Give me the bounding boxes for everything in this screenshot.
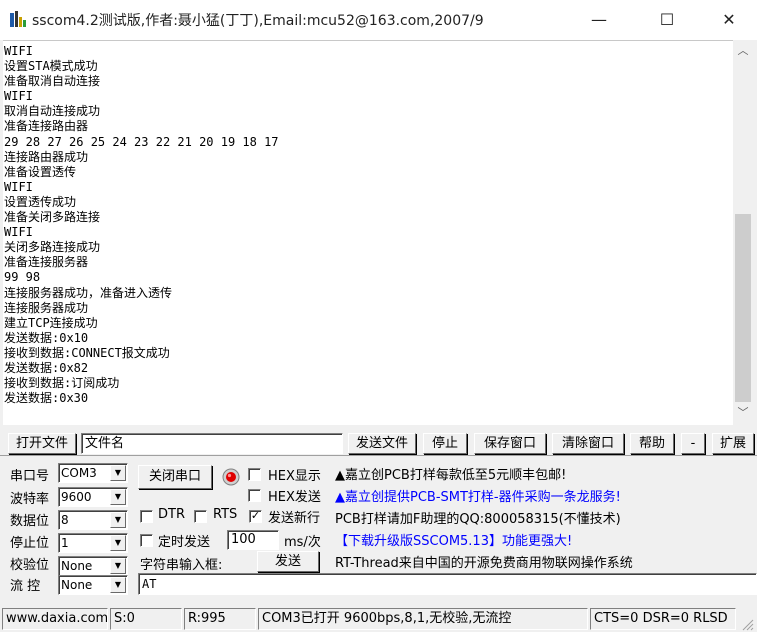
resize-grip-icon[interactable]	[740, 617, 754, 631]
website-link[interactable]: www.daxia.com	[2, 608, 108, 630]
save-window-button[interactable]: 保存窗口	[474, 433, 546, 454]
port-value: COM3	[61, 466, 97, 480]
send-button[interactable]: 发送	[257, 551, 319, 572]
interval-input[interactable]: 100	[227, 530, 279, 550]
parity-select[interactable]: None ▼	[58, 556, 128, 576]
hex-send-checkbox[interactable]	[248, 489, 261, 502]
data-bits-value: 8	[61, 513, 69, 527]
close-port-button[interactable]: 关闭串口	[138, 465, 212, 489]
chevron-down-icon[interactable]: ▼	[110, 489, 126, 505]
hex-display-checkbox[interactable]	[248, 468, 261, 481]
data-bits-select[interactable]: 8 ▼	[58, 510, 128, 530]
timed-send-label: 定时发送	[158, 535, 211, 550]
hex-send-label: HEX发送	[268, 490, 321, 505]
app-icon	[10, 11, 26, 27]
port-status-text: COM3已打开 9600bps,8,1,无校验,无流控	[258, 608, 588, 630]
send-input[interactable]: AT	[138, 573, 757, 595]
stop-bits-value: 1	[61, 536, 69, 550]
rts-label: RTS	[213, 507, 238, 522]
baud-value: 9600	[61, 490, 92, 504]
info-line-3: PCB打样请加F助理的QQ:800058315(不懂技术)	[335, 512, 621, 527]
stop-bits-label: 停止位	[10, 536, 50, 551]
info-panel: ▲嘉立创PCB打样每款低至5元顺丰包邮! ▲嘉立创提供PCB-SMT打样-器件采…	[331, 461, 757, 571]
data-bits-label: 数据位	[10, 514, 50, 529]
received-count: R:995	[184, 608, 256, 630]
hex-display-label: HEX显示	[268, 469, 321, 484]
stop-button[interactable]: 停止	[423, 433, 467, 454]
string-input-label: 字符串输入框:	[140, 558, 223, 573]
info-line-5[interactable]: RT-Thread来自中国的开源免费商用物联网操作系统	[335, 552, 633, 571]
output-scrollbar[interactable]: ︿ ﹀	[733, 40, 753, 424]
flow-value: None	[61, 578, 93, 592]
parity-value: None	[61, 559, 93, 573]
baud-label: 波特率	[10, 492, 50, 507]
info-line-1[interactable]: ▲嘉立创PCB打样每款低至5元顺丰包邮!	[335, 464, 566, 483]
window-title: sscom4.2测试版,作者:聂小猛(丁丁),Email:mcu52@163.c…	[32, 13, 484, 29]
timed-send-checkbox[interactable]	[140, 534, 153, 547]
chevron-down-icon[interactable]: ▼	[110, 577, 126, 593]
scrollbar-thumb[interactable]	[735, 214, 751, 402]
sent-count: S:0	[110, 608, 182, 630]
minus-button[interactable]: -	[681, 433, 705, 454]
status-bar: www.daxia.com S:0 R:995 COM3已打开 9600bps,…	[0, 605, 757, 632]
flow-select[interactable]: None ▼	[58, 575, 128, 595]
rts-checkbox[interactable]	[194, 510, 207, 523]
chevron-down-icon[interactable]: ▼	[110, 512, 126, 528]
dtr-label: DTR	[158, 507, 185, 522]
dtr-checkbox[interactable]	[140, 510, 153, 523]
chevron-down-icon[interactable]: ▼	[110, 465, 126, 481]
receive-text: WIFI 设置STA模式成功 准备取消自动连接 WIFI 取消自动连接成功 准备…	[4, 44, 279, 406]
close-button[interactable]: ✕	[706, 0, 752, 40]
chevron-down-icon[interactable]: ▼	[110, 558, 126, 574]
port-label: 串口号	[10, 469, 50, 484]
stop-bits-select[interactable]: 1 ▼	[58, 533, 128, 553]
minimize-button[interactable]: —	[576, 0, 622, 40]
maximize-button[interactable]: ☐	[644, 0, 690, 40]
send-file-button[interactable]: 发送文件	[348, 433, 416, 454]
title-bar: sscom4.2测试版,作者:聂小猛(丁丁),Email:mcu52@163.c…	[0, 0, 757, 40]
info-line-2[interactable]: ▲嘉立创提供PCB-SMT打样-器件采购一条龙服务!	[335, 486, 621, 505]
clear-window-button[interactable]: 清除窗口	[552, 433, 624, 454]
receive-output-area[interactable]: WIFI 设置STA模式成功 准备取消自动连接 WIFI 取消自动连接成功 准备…	[3, 40, 733, 425]
scroll-up-icon[interactable]: ︿	[733, 42, 753, 60]
flow-label: 流 控	[10, 579, 41, 594]
open-file-button[interactable]: 打开文件	[8, 433, 76, 454]
help-button[interactable]: 帮助	[630, 433, 674, 454]
send-newline-checkbox[interactable]: ✓	[249, 510, 262, 523]
info-line-4[interactable]: 【下载升级版SSCOM5.13】功能更强大!	[335, 530, 572, 549]
send-newline-label: 发送新行	[268, 511, 321, 526]
signal-status: CTS=0 DSR=0 RLSD	[590, 608, 736, 630]
chevron-down-icon[interactable]: ▼	[110, 535, 126, 551]
scroll-down-icon[interactable]: ﹀	[733, 404, 753, 422]
port-select[interactable]: COM3 ▼	[58, 463, 128, 483]
expand-button[interactable]: 扩展	[712, 433, 754, 454]
baud-select[interactable]: 9600 ▼	[58, 487, 128, 507]
interval-unit-label: ms/次	[284, 535, 321, 550]
parity-label: 校验位	[10, 558, 50, 573]
port-status-led-icon	[222, 468, 240, 486]
filename-field[interactable]: 文件名	[81, 433, 343, 454]
